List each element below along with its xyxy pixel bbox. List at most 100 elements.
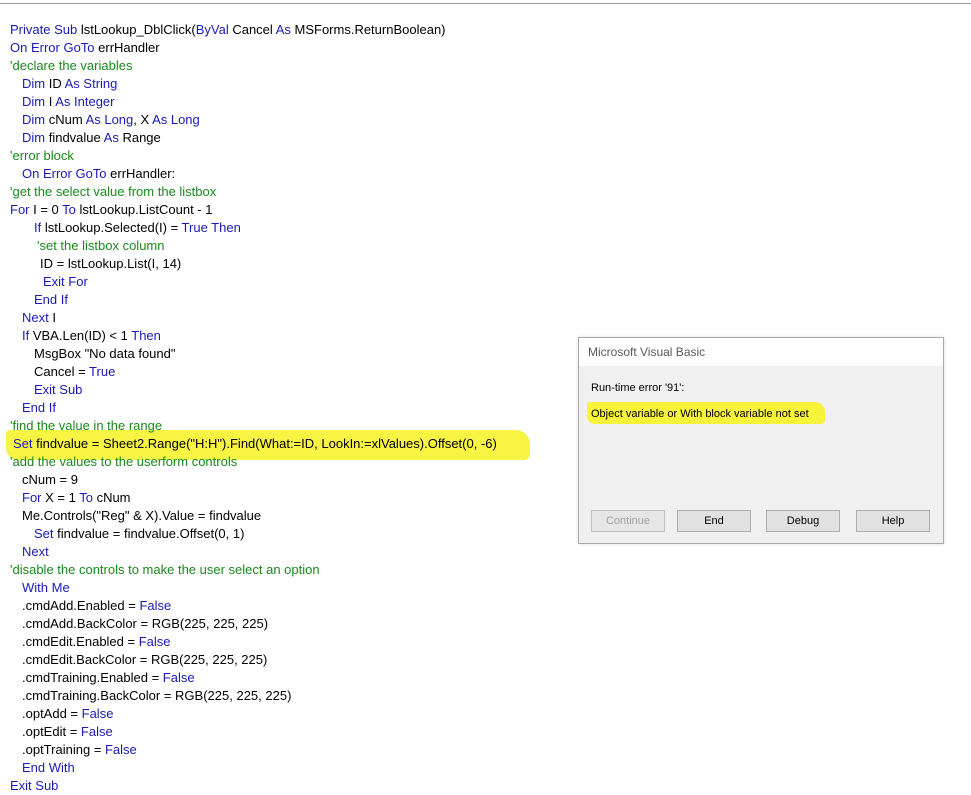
code-keyword: As String xyxy=(64,76,118,91)
code-text: cNum xyxy=(48,112,86,127)
code-line[interactable]: Next xyxy=(22,543,49,561)
code-line[interactable]: Dim findvalue As Range xyxy=(22,129,161,147)
code-line[interactable]: 'find the value in the range xyxy=(10,417,162,435)
code-line[interactable]: On Error GoTo errHandler: xyxy=(22,165,175,183)
code-text: .optEdit = xyxy=(22,724,81,739)
code-keyword: Then xyxy=(131,328,161,343)
code-keyword: Dim xyxy=(22,130,49,145)
end-button[interactable]: End xyxy=(677,510,751,532)
code-keyword: As Long xyxy=(85,112,134,127)
code-keyword: End With xyxy=(22,760,75,775)
code-text: Me.Controls("Reg" & X).Value = findvalue xyxy=(22,508,262,523)
code-line[interactable]: End With xyxy=(22,759,75,777)
code-keyword: Dim xyxy=(22,94,49,109)
code-keyword: On Error GoTo xyxy=(22,166,111,181)
code-line[interactable]: For X = 1 To cNum xyxy=(22,489,131,507)
code-text: .cmdEdit.BackColor = RGB(225, 225, 225) xyxy=(22,652,268,667)
code-comment: 'add the values to the userform controls xyxy=(10,454,238,469)
code-text: X = 1 xyxy=(45,490,80,505)
code-text: ID xyxy=(48,76,65,91)
code-keyword: Exit For xyxy=(43,274,88,289)
debug-button[interactable]: Debug xyxy=(766,510,840,532)
code-line[interactable]: Dim I As Integer xyxy=(22,93,115,111)
code-line[interactable]: 'error block xyxy=(10,147,74,165)
code-line[interactable]: 'get the select value from the listbox xyxy=(10,183,216,201)
code-keyword: As xyxy=(103,130,123,145)
code-line[interactable]: .cmdEdit.BackColor = RGB(225, 225, 225) xyxy=(22,651,267,669)
code-line[interactable]: On Error GoTo errHandler xyxy=(10,39,160,57)
code-comment: 'disable the controls to make the user s… xyxy=(10,562,320,577)
code-line[interactable]: ID = lstLookup.List(I, 14) xyxy=(40,255,181,273)
code-line[interactable]: End If xyxy=(34,291,68,309)
code-line[interactable]: .cmdTraining.Enabled = False xyxy=(22,669,195,687)
code-line[interactable]: cNum = 9 xyxy=(22,471,78,489)
code-text: cNum = 9 xyxy=(22,472,78,487)
code-line[interactable]: MsgBox "No data found" xyxy=(34,345,175,363)
code-keyword: Private Sub xyxy=(10,22,81,37)
code-text: .cmdAdd.BackColor = RGB(225, 225, 225) xyxy=(22,616,269,631)
code-line[interactable]: Set findvalue = findvalue.Offset(0, 1) xyxy=(34,525,244,543)
code-line[interactable]: .cmdEdit.Enabled = False xyxy=(22,633,171,651)
continue-button[interactable]: Continue xyxy=(591,510,665,532)
code-text: .optTraining = xyxy=(22,742,105,757)
code-keyword: End If xyxy=(22,400,56,415)
code-line[interactable]: Dim cNum As Long, X As Long xyxy=(22,111,200,129)
code-keyword: To xyxy=(62,202,80,217)
code-line[interactable]: .cmdAdd.Enabled = False xyxy=(22,597,171,615)
code-keyword: False xyxy=(81,706,114,721)
code-text: errHandler xyxy=(98,40,160,55)
code-line[interactable]: Dim ID As String xyxy=(22,75,117,93)
code-line[interactable]: .optAdd = False xyxy=(22,705,113,723)
code-text: ID = lstLookup.List(I, 14) xyxy=(40,256,182,271)
code-line[interactable]: .cmdAdd.BackColor = RGB(225, 225, 225) xyxy=(22,615,268,633)
code-line[interactable]: 'add the values to the userform controls xyxy=(10,453,237,471)
code-line[interactable]: Cancel = True xyxy=(34,363,115,381)
code-text: .optAdd = xyxy=(22,706,82,721)
code-line[interactable]: With Me xyxy=(22,579,70,597)
code-line[interactable]: If VBA.Len(ID) < 1 Then xyxy=(22,327,161,345)
code-keyword: For xyxy=(22,490,46,505)
help-button[interactable]: Help xyxy=(856,510,930,532)
code-keyword: Set xyxy=(13,436,37,451)
code-line[interactable]: .optEdit = False xyxy=(22,723,113,741)
code-comment: 'find the value in the range xyxy=(10,418,163,433)
code-line[interactable]: 'declare the variables xyxy=(10,57,132,75)
code-text: lstLookup_DblClick( xyxy=(80,22,196,37)
code-keyword: Next xyxy=(22,310,53,325)
code-text: I xyxy=(52,310,56,325)
code-line[interactable]: .cmdTraining.BackColor = RGB(225, 225, 2… xyxy=(22,687,291,705)
code-line[interactable]: Exit Sub xyxy=(10,777,58,795)
code-keyword: ByVal xyxy=(195,22,233,37)
code-text: Cancel xyxy=(232,22,276,37)
code-keyword: If xyxy=(22,328,33,343)
code-line[interactable]: End If xyxy=(22,399,56,417)
code-line[interactable]: Private Sub lstLookup_DblClick(ByVal Can… xyxy=(10,21,446,39)
code-line[interactable]: If lstLookup.Selected(I) = True Then xyxy=(34,219,241,237)
code-line[interactable]: Set findvalue = Sheet2.Range("H:H").Find… xyxy=(13,435,497,453)
code-keyword: Exit Sub xyxy=(34,382,83,397)
code-line[interactable]: Exit Sub xyxy=(34,381,82,399)
code-text: lstLookup.ListCount - 1 xyxy=(79,202,213,217)
code-comment: 'declare the variables xyxy=(10,58,133,73)
code-keyword: False xyxy=(104,742,137,757)
code-line[interactable]: Me.Controls("Reg" & X).Value = findvalue xyxy=(22,507,261,525)
code-line[interactable]: For I = 0 To lstLookup.ListCount - 1 xyxy=(10,201,212,219)
code-line[interactable]: Exit For xyxy=(43,273,88,291)
code-text: Cancel = xyxy=(34,364,90,379)
code-line[interactable]: .optTraining = False xyxy=(22,741,137,759)
dialog-title: Microsoft Visual Basic xyxy=(579,338,943,366)
code-text: lstLookup.Selected(I) = xyxy=(44,220,182,235)
code-text: .cmdEdit.Enabled = xyxy=(22,634,139,649)
code-line[interactable]: 'set the listbox column xyxy=(37,237,165,255)
code-keyword: With Me xyxy=(22,580,70,595)
code-keyword: Next xyxy=(22,544,49,559)
code-keyword: Exit Sub xyxy=(10,778,59,793)
code-line[interactable]: Next I xyxy=(22,309,56,327)
code-keyword: As Long xyxy=(152,112,200,127)
code-line[interactable]: 'disable the controls to make the user s… xyxy=(10,561,320,579)
code-keyword: False xyxy=(80,724,113,739)
code-keyword: True Then xyxy=(181,220,241,235)
code-text: cNum xyxy=(96,490,131,505)
code-keyword: As Integer xyxy=(55,94,115,109)
code-comment: 'get the select value from the listbox xyxy=(10,184,217,199)
